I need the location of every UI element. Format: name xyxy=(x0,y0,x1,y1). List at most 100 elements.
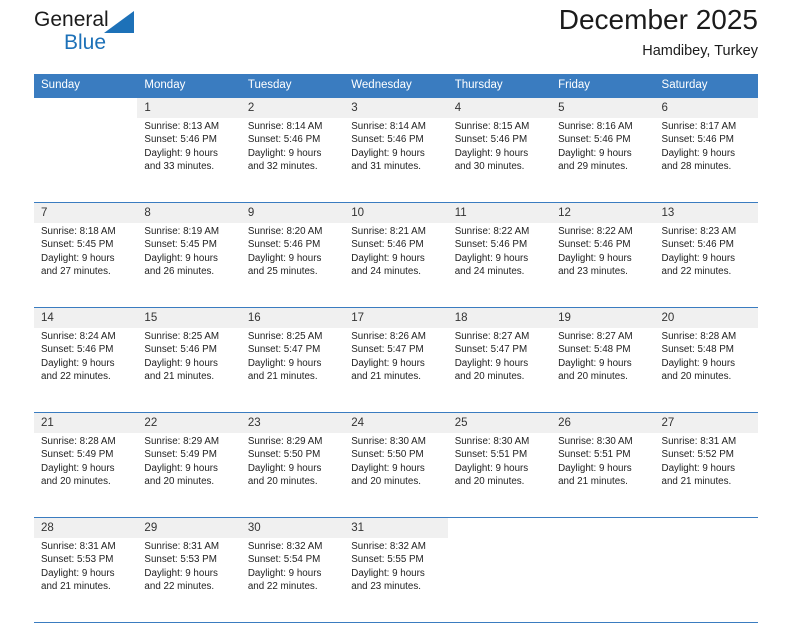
day-info-line: Sunset: 5:46 PM xyxy=(144,133,236,146)
day-info-28: Sunrise: 8:31 AMSunset: 5:53 PMDaylight:… xyxy=(34,538,137,623)
day-number-22[interactable]: 22 xyxy=(137,413,240,434)
day-info-line: Sunrise: 8:25 AM xyxy=(144,330,236,343)
day-info-line: Daylight: 9 hours xyxy=(248,567,340,580)
day-info-line: Sunrise: 8:26 AM xyxy=(351,330,443,343)
day-info-line: Daylight: 9 hours xyxy=(351,567,443,580)
day-info-line: Sunset: 5:54 PM xyxy=(248,553,340,566)
day-info-line: and 27 minutes. xyxy=(41,265,133,278)
weekday-header-friday: Friday xyxy=(551,74,654,98)
day-info-line: and 21 minutes. xyxy=(558,475,650,488)
day-info-line: Sunrise: 8:14 AM xyxy=(351,120,443,133)
day-number-29[interactable]: 29 xyxy=(137,518,240,539)
day-info-15: Sunrise: 8:25 AMSunset: 5:46 PMDaylight:… xyxy=(137,328,240,413)
day-cell-empty xyxy=(448,518,551,539)
day-number-9[interactable]: 9 xyxy=(241,203,344,224)
day-number-21[interactable]: 21 xyxy=(34,413,137,434)
day-number-13[interactable]: 13 xyxy=(655,203,758,224)
day-info-line: Daylight: 9 hours xyxy=(41,567,133,580)
day-info-line: Daylight: 9 hours xyxy=(144,357,236,370)
day-info-5: Sunrise: 8:16 AMSunset: 5:46 PMDaylight:… xyxy=(551,118,654,203)
day-number-30[interactable]: 30 xyxy=(241,518,344,539)
day-number-8[interactable]: 8 xyxy=(137,203,240,224)
day-number-20[interactable]: 20 xyxy=(655,308,758,329)
day-info-18: Sunrise: 8:27 AMSunset: 5:47 PMDaylight:… xyxy=(448,328,551,413)
day-number-19[interactable]: 19 xyxy=(551,308,654,329)
day-number-3[interactable]: 3 xyxy=(344,98,447,119)
day-number-11[interactable]: 11 xyxy=(448,203,551,224)
day-info-line: Sunrise: 8:32 AM xyxy=(248,540,340,553)
day-number-31[interactable]: 31 xyxy=(344,518,447,539)
day-info-line: Sunset: 5:46 PM xyxy=(41,343,133,356)
day-cell-empty xyxy=(34,98,137,119)
day-info-line: Sunset: 5:46 PM xyxy=(558,133,650,146)
day-info-line: Daylight: 9 hours xyxy=(351,357,443,370)
day-info-line: Sunset: 5:47 PM xyxy=(351,343,443,356)
weekday-header-tuesday: Tuesday xyxy=(241,74,344,98)
day-info-line: Sunset: 5:46 PM xyxy=(248,238,340,251)
day-info-line: Sunrise: 8:13 AM xyxy=(144,120,236,133)
day-info-line: Daylight: 9 hours xyxy=(41,462,133,475)
day-number-1[interactable]: 1 xyxy=(137,98,240,119)
day-info-line: and 21 minutes. xyxy=(351,370,443,383)
day-number-16[interactable]: 16 xyxy=(241,308,344,329)
day-info-22: Sunrise: 8:29 AMSunset: 5:49 PMDaylight:… xyxy=(137,433,240,518)
day-info-line: Sunrise: 8:28 AM xyxy=(662,330,754,343)
day-info-line: Sunset: 5:50 PM xyxy=(351,448,443,461)
day-number-25[interactable]: 25 xyxy=(448,413,551,434)
day-info-line: Sunset: 5:45 PM xyxy=(41,238,133,251)
day-number-28[interactable]: 28 xyxy=(34,518,137,539)
day-info-line: Sunrise: 8:29 AM xyxy=(144,435,236,448)
day-number-26[interactable]: 26 xyxy=(551,413,654,434)
day-info-line: and 22 minutes. xyxy=(144,580,236,593)
day-number-6[interactable]: 6 xyxy=(655,98,758,119)
day-number-4[interactable]: 4 xyxy=(448,98,551,119)
day-info-line: Sunrise: 8:30 AM xyxy=(351,435,443,448)
day-number-24[interactable]: 24 xyxy=(344,413,447,434)
day-number-5[interactable]: 5 xyxy=(551,98,654,119)
day-info-line: and 22 minutes. xyxy=(248,580,340,593)
day-info-line: Daylight: 9 hours xyxy=(41,357,133,370)
day-info-line: Sunset: 5:50 PM xyxy=(248,448,340,461)
day-number-18[interactable]: 18 xyxy=(448,308,551,329)
day-number-14[interactable]: 14 xyxy=(34,308,137,329)
week-detail-row: Sunrise: 8:28 AMSunset: 5:49 PMDaylight:… xyxy=(34,433,758,518)
day-number-27[interactable]: 27 xyxy=(655,413,758,434)
day-info-line: and 31 minutes. xyxy=(351,160,443,173)
day-number-17[interactable]: 17 xyxy=(344,308,447,329)
logo-text-general: General xyxy=(34,8,109,32)
day-info-line: Daylight: 9 hours xyxy=(248,252,340,265)
day-number-23[interactable]: 23 xyxy=(241,413,344,434)
day-info-line: Sunset: 5:46 PM xyxy=(351,238,443,251)
day-info-line: Sunrise: 8:16 AM xyxy=(558,120,650,133)
day-info-line: Daylight: 9 hours xyxy=(144,567,236,580)
day-info-line: and 22 minutes. xyxy=(41,370,133,383)
day-info-line: Daylight: 9 hours xyxy=(144,252,236,265)
day-info-line: Daylight: 9 hours xyxy=(558,462,650,475)
day-info-line: Sunrise: 8:15 AM xyxy=(455,120,547,133)
day-info-line: Daylight: 9 hours xyxy=(351,462,443,475)
day-info-line: and 29 minutes. xyxy=(558,160,650,173)
day-number-12[interactable]: 12 xyxy=(551,203,654,224)
day-info-6: Sunrise: 8:17 AMSunset: 5:46 PMDaylight:… xyxy=(655,118,758,203)
day-info-line: and 25 minutes. xyxy=(248,265,340,278)
day-info-13: Sunrise: 8:23 AMSunset: 5:46 PMDaylight:… xyxy=(655,223,758,308)
week-detail-row: Sunrise: 8:31 AMSunset: 5:53 PMDaylight:… xyxy=(34,538,758,623)
day-info-30: Sunrise: 8:32 AMSunset: 5:54 PMDaylight:… xyxy=(241,538,344,623)
day-info-27: Sunrise: 8:31 AMSunset: 5:52 PMDaylight:… xyxy=(655,433,758,518)
day-info-line: Sunset: 5:47 PM xyxy=(455,343,547,356)
day-info-line: Sunrise: 8:23 AM xyxy=(662,225,754,238)
day-info-line: and 20 minutes. xyxy=(41,475,133,488)
day-info-line: Sunrise: 8:28 AM xyxy=(41,435,133,448)
day-number-7[interactable]: 7 xyxy=(34,203,137,224)
day-info-line: Sunset: 5:48 PM xyxy=(558,343,650,356)
day-info-line: Sunrise: 8:32 AM xyxy=(351,540,443,553)
day-info-line: Daylight: 9 hours xyxy=(41,252,133,265)
day-number-2[interactable]: 2 xyxy=(241,98,344,119)
day-info-line: Sunset: 5:46 PM xyxy=(351,133,443,146)
day-number-15[interactable]: 15 xyxy=(137,308,240,329)
general-blue-logo[interactable]: General Blue xyxy=(34,8,154,60)
calendar-page: General Blue December 2025 Hamdibey, Tur… xyxy=(0,0,792,612)
day-info-line: Sunset: 5:47 PM xyxy=(248,343,340,356)
day-info-9: Sunrise: 8:20 AMSunset: 5:46 PMDaylight:… xyxy=(241,223,344,308)
day-number-10[interactable]: 10 xyxy=(344,203,447,224)
